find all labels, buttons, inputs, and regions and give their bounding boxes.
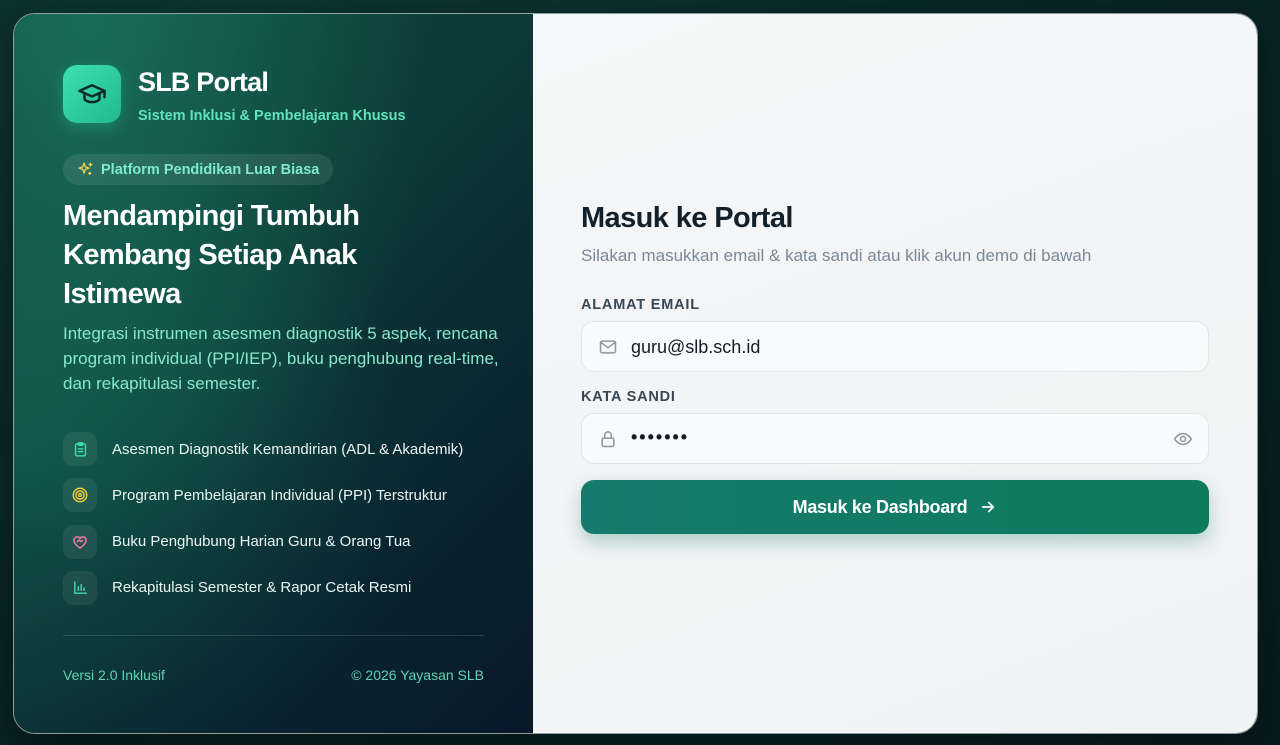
pill-label: Platform Pendidikan Luar Biasa: [101, 161, 320, 178]
login-panel: Masuk ke Portal Silakan masukkan email &…: [533, 14, 1257, 733]
password-label: KATA SANDI: [581, 389, 676, 405]
login-button-label: Masuk ke Dashboard: [792, 496, 968, 517]
heart-handshake-icon: [73, 535, 87, 549]
feature-item-communication-book: Buku Penghubung Harian Guru & Orang Tua: [63, 524, 503, 559]
app-title: SLB Portal: [138, 67, 269, 97]
divider: [63, 635, 484, 636]
password-value[interactable]: •••••••: [631, 427, 689, 448]
clipboard-icon: [74, 441, 86, 457]
feature-list: Asesmen Diagnostik Kemandirian (ADL & Ak…: [63, 432, 503, 617]
logo: [63, 65, 121, 123]
login-card: SLB Portal Sistem Inklusi & Pembelajaran…: [13, 13, 1258, 734]
lock-icon: [601, 431, 615, 448]
hero-headline: Mendampingi Tumbuh Kembang Setiap Anak I…: [63, 200, 360, 310]
feature-item-recap: Rekapitulasi Semester & Rapor Cetak Resm…: [63, 570, 503, 605]
feature-item-assessment: Asesmen Diagnostik Kemandirian (ADL & Ak…: [63, 432, 503, 466]
feature-label: Asesmen Diagnostik Kemandirian (ADL & Ak…: [112, 440, 464, 458]
email-field[interactable]: guru@slb.sch.id: [581, 321, 1209, 372]
feature-label: Program Pembelajaran Individual (PPI) Te…: [112, 486, 447, 504]
password-field[interactable]: •••••••: [581, 413, 1209, 464]
brand-panel: SLB Portal Sistem Inklusi & Pembelajaran…: [14, 14, 533, 733]
copyright-text: © 2026 Yayasan SLB: [351, 667, 484, 683]
platform-pill: Platform Pendidikan Luar Biasa: [63, 154, 334, 185]
email-value[interactable]: guru@slb.sch.id: [631, 337, 760, 358]
form-title: Masuk ke Portal: [581, 202, 793, 234]
eye-icon[interactable]: [1173, 429, 1193, 449]
sparkles-icon: [78, 162, 93, 176]
arrow-right-icon: [982, 501, 995, 513]
hero-description: Integrasi instrumen asesmen diagnostik 5…: [63, 324, 499, 393]
feature-label: Rekapitulasi Semester & Rapor Cetak Resm…: [112, 579, 412, 597]
bar-chart-icon: [73, 581, 87, 595]
feature-item-ppi: Program Pembelajaran Individual (PPI) Te…: [63, 478, 503, 513]
version-text: Versi 2.0 Inklusif: [63, 667, 165, 683]
email-label: ALAMAT EMAIL: [581, 297, 700, 313]
mail-icon: [599, 340, 617, 354]
graduation-cap-icon: [78, 84, 106, 104]
app-subtitle: Sistem Inklusi & Pembelajaran Khusus: [138, 108, 406, 124]
feature-label: Buku Penghubung Harian Guru & Orang Tua: [112, 533, 411, 551]
target-icon: [72, 487, 88, 503]
login-button[interactable]: Masuk ke Dashboard: [581, 480, 1209, 534]
form-subtitle: Silakan masukkan email & kata sandi atau…: [581, 246, 1092, 265]
